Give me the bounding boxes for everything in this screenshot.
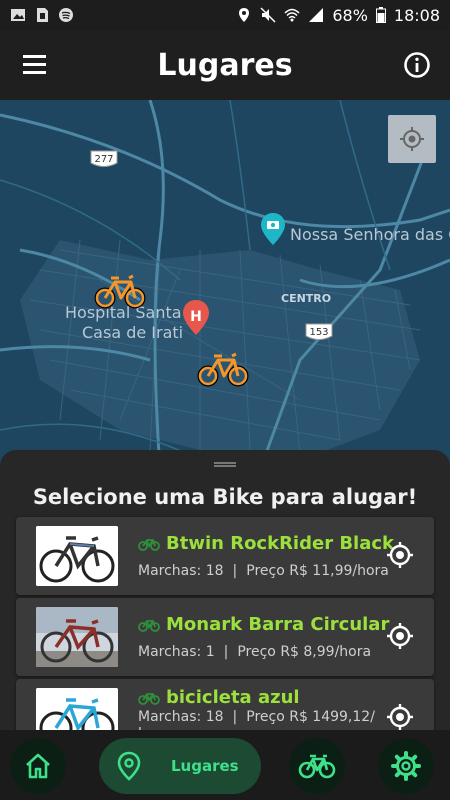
nav-home[interactable] [10,738,66,794]
location-pin-icon [239,8,250,22]
bike-photo [36,526,118,586]
bike-price: Preço R$ 11,99/hora [246,563,389,579]
nav-places[interactable]: Lugares [99,738,261,794]
locate-bike-icon[interactable] [386,622,414,650]
nav-bikes[interactable] [289,738,345,794]
map-view[interactable]: 277 153 Nossa Senhora das G H Hospital S… [0,100,450,470]
page-title: Lugares [157,47,293,83]
bike-list-sheet: Selecione uma Bike para alugar! Btwin Ro… [0,450,450,730]
drag-handle[interactable] [214,462,236,467]
mute-icon [260,7,276,23]
nav-places-label: Lugares [171,757,239,775]
battery-icon [375,7,386,23]
bike-price: Preço R$ 8,99/hora [237,644,372,660]
info-icon[interactable] [402,50,432,80]
status-bar: 68% 18:08 [0,0,450,30]
bike-icon [298,754,336,779]
map-canvas: 277 153 Nossa Senhora das G H Hospital S… [0,100,450,470]
svg-text:153: 153 [309,327,328,338]
bottom-navigation: Lugares [0,730,450,800]
bike-name: bicicleta azul [166,687,300,708]
clock-text: 18:08 [393,5,440,25]
bike-price: Preço R$ 1499,12/ [246,709,375,725]
signal-icon [309,8,324,22]
gear-icon [391,751,421,781]
sheet-title: Selecione uma Bike para alugar! [32,485,418,509]
bike-gears: Marchas: 18 [138,563,224,579]
home-icon [26,753,50,779]
bike-gears: Marchas: 18 [138,709,224,725]
bike-card[interactable]: Monark Barra Circular Marchas: 1 | Preço R… [16,598,434,676]
road-shield-153: 153 [305,323,333,340]
bike-name: Monark Barra Circular [166,614,390,635]
poi-hospital-label-2: Casa de Irati [82,323,183,342]
photo-pin-icon[interactable] [261,213,285,245]
svg-text:H: H [190,309,202,325]
map-pin-icon [117,751,141,781]
app-bar: Lugares [0,30,450,100]
menu-icon[interactable] [20,52,50,78]
svg-text:277: 277 [94,154,113,165]
bike-card[interactable]: bicicleta azul Marchas: 18 | Preço R$ 1499… [16,679,434,730]
bike-name: Btwin RockRider Black [166,533,395,554]
wifi-icon [284,8,300,22]
gallery-icon [11,9,25,21]
bike-photo [36,688,118,730]
bike-icon [138,619,160,632]
district-label: CENTRO [281,292,331,305]
bike-icon [138,538,160,551]
bike-icon [138,692,160,705]
road-shield-277: 277 [90,150,118,167]
crosshair-icon [400,127,424,151]
my-location-button[interactable] [388,115,436,163]
locate-bike-icon[interactable] [386,541,414,569]
bike-photo [36,607,118,667]
poi-hospital-label-1: Hospital Santa [65,303,182,322]
bike-card[interactable]: Btwin RockRider Black Marchas: 18 | Preço … [16,517,434,595]
nav-settings[interactable] [378,738,434,794]
poi-church-label: Nossa Senhora das G [290,225,450,244]
spotify-icon [59,8,73,22]
bike-gears: Marchas: 1 [138,644,215,660]
locate-bike-icon[interactable] [386,703,414,730]
battery-text: 68% [332,5,368,25]
sim-icon [37,8,48,22]
